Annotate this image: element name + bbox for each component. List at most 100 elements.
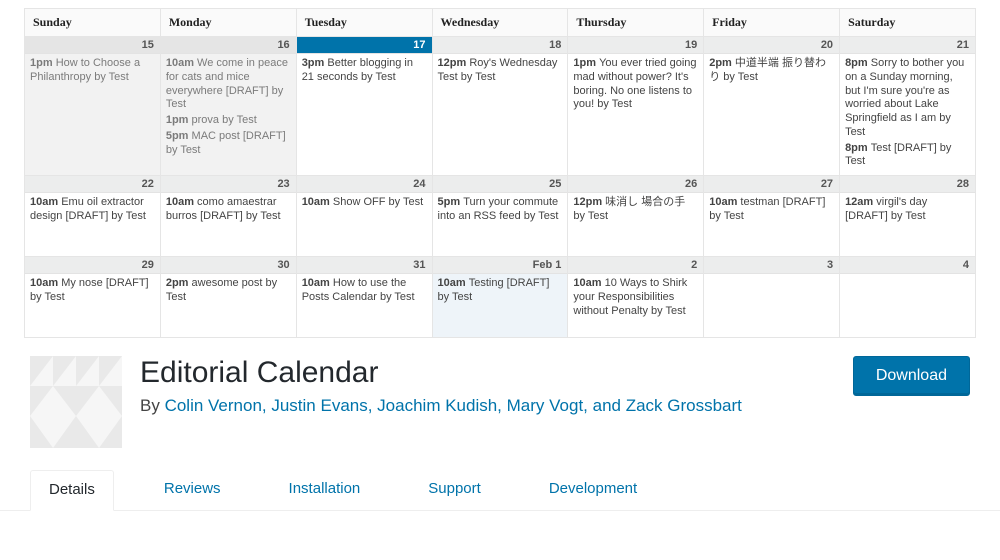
weekday-header: Saturday bbox=[840, 9, 975, 36]
calendar-event[interactable]: 1pm You ever tried going mad without pow… bbox=[573, 57, 698, 112]
calendar-cell[interactable]: 24 10am Show OFF by Test bbox=[297, 176, 432, 256]
tab-installation[interactable]: Installation bbox=[271, 470, 379, 510]
event-time: 2pm bbox=[709, 57, 735, 69]
section-heading bbox=[0, 511, 1000, 533]
calendar-cell[interactable]: 28 12am virgil's day [DRAFT] by Test bbox=[840, 176, 975, 256]
event-time: 1pm bbox=[166, 114, 192, 126]
event-time: 10am bbox=[573, 277, 604, 289]
tab-support[interactable]: Support bbox=[410, 470, 499, 510]
calendar-cell[interactable]: 15 1pm How to Choose a Philanthropy by Te… bbox=[25, 37, 160, 175]
calendar-event[interactable]: 10am My nose [DRAFT] by Test bbox=[30, 277, 155, 305]
calendar-cell[interactable]: 31 10am How to use the Posts Calendar by … bbox=[297, 257, 432, 337]
event-time: 2pm bbox=[166, 277, 192, 289]
calendar-screenshot: SundayMondayTuesdayWednesdayThursdayFrid… bbox=[0, 0, 1000, 338]
plugin-title: Editorial Calendar bbox=[140, 356, 835, 390]
day-number: 28 bbox=[840, 176, 975, 193]
calendar-cell[interactable]: 2 10am 10 Ways to Shirk your Responsibili… bbox=[568, 257, 703, 337]
download-button[interactable]: Download bbox=[853, 356, 970, 396]
day-number: 21 bbox=[840, 37, 975, 54]
day-number: 20 bbox=[704, 37, 839, 54]
by-prefix: By bbox=[140, 396, 165, 415]
day-number: 24 bbox=[297, 176, 432, 193]
day-number: 31 bbox=[297, 257, 432, 274]
event-time: 10am bbox=[302, 196, 333, 208]
calendar-event[interactable]: 5pm Turn your commute into an RSS feed b… bbox=[438, 196, 563, 224]
day-number: 30 bbox=[161, 257, 296, 274]
calendar-event[interactable]: 8pm Sorry to bother you on a Sunday morn… bbox=[845, 57, 970, 140]
calendar-event[interactable]: 2pm 中道半端 振り替わり by Test bbox=[709, 57, 834, 85]
tab-details[interactable]: Details bbox=[30, 470, 114, 511]
calendar-event[interactable]: 1pm How to Choose a Philanthropy by Test bbox=[30, 57, 155, 85]
tab-reviews[interactable]: Reviews bbox=[146, 470, 239, 510]
calendar-cell[interactable]: 4 bbox=[840, 257, 975, 337]
calendar-event[interactable]: 10am How to use the Posts Calendar by Te… bbox=[302, 277, 427, 305]
day-number: Feb 1 bbox=[433, 257, 568, 274]
weekday-header: Tuesday bbox=[297, 9, 432, 36]
calendar-event[interactable]: 5pm MAC post [DRAFT] by Test bbox=[166, 130, 291, 158]
event-time: 12pm bbox=[573, 196, 605, 208]
calendar-event[interactable]: 1pm prova by Test bbox=[166, 114, 291, 128]
day-number: 26 bbox=[568, 176, 703, 193]
day-number: 19 bbox=[568, 37, 703, 54]
weekday-header: Friday bbox=[704, 9, 839, 36]
calendar-event[interactable]: 12pm Roy's Wednesday Test by Test bbox=[438, 57, 563, 85]
event-time: 5pm bbox=[438, 196, 464, 208]
day-number: 22 bbox=[25, 176, 160, 193]
event-time: 12pm bbox=[438, 57, 470, 69]
weekday-header: Monday bbox=[161, 9, 296, 36]
calendar-event[interactable]: 2pm awesome post by Test bbox=[166, 277, 291, 305]
calendar-cell[interactable]: 255pm Turn your commute into an RSS feed… bbox=[433, 176, 568, 256]
event-time: 1pm bbox=[573, 57, 599, 69]
event-time: 10am bbox=[302, 277, 333, 289]
calendar-cell[interactable]: 2710am testman [DRAFT] by Test bbox=[704, 176, 839, 256]
day-number: 2 bbox=[568, 257, 703, 274]
day-number: 15 bbox=[25, 37, 160, 54]
calendar-cell[interactable]: 17 3pm Better blogging in 21 seconds by T… bbox=[297, 37, 432, 175]
event-time: 5pm bbox=[166, 130, 192, 142]
event-time: 8pm bbox=[845, 57, 871, 69]
day-number: 29 bbox=[25, 257, 160, 274]
event-title: Show OFF by Test bbox=[333, 196, 423, 208]
calendar-event[interactable]: 10am We come in peace for cats and mice … bbox=[166, 57, 291, 112]
plugin-byline: By Colin Vernon, Justin Evans, Joachim K… bbox=[140, 396, 835, 416]
event-time: 10am bbox=[166, 57, 197, 69]
day-number: 16 bbox=[161, 37, 296, 54]
event-time: 10am bbox=[438, 277, 469, 289]
day-number: 23 bbox=[161, 176, 296, 193]
calendar-event[interactable]: 3pm Better blogging in 21 seconds by Tes… bbox=[302, 57, 427, 85]
calendar-grid: SundayMondayTuesdayWednesdayThursdayFrid… bbox=[24, 8, 976, 338]
calendar-cell[interactable]: 23 10am como amaestrar burros [DRAFT] by … bbox=[161, 176, 296, 256]
plugin-authors-link[interactable]: Colin Vernon, Justin Evans, Joachim Kudi… bbox=[165, 396, 742, 415]
calendar-cell[interactable]: 30 2pm awesome post by Test bbox=[161, 257, 296, 337]
weekday-header: Sunday bbox=[25, 9, 160, 36]
calendar-event[interactable]: 10am testman [DRAFT] by Test bbox=[709, 196, 834, 224]
calendar-cell[interactable]: Feb 1 10am Testing [DRAFT] by Test bbox=[433, 257, 568, 337]
calendar-event[interactable]: 10am Show OFF by Test bbox=[302, 196, 427, 210]
tab-development[interactable]: Development bbox=[531, 470, 655, 510]
event-time: 10am bbox=[166, 196, 197, 208]
calendar-event[interactable]: 8pm Test [DRAFT] by Test bbox=[845, 142, 970, 170]
plugin-header: Editorial Calendar By Colin Vernon, Just… bbox=[0, 338, 1000, 458]
event-time: 1pm bbox=[30, 57, 56, 69]
calendar-event[interactable]: 12am virgil's day [DRAFT] by Test bbox=[845, 196, 970, 224]
calendar-event[interactable]: 12pm 味消し 場合の手 by Test bbox=[573, 196, 698, 224]
event-title: prova by Test bbox=[192, 114, 257, 126]
calendar-cell[interactable]: 26 12pm 味消し 場合の手 by Test bbox=[568, 176, 703, 256]
calendar-cell[interactable]: 3 bbox=[704, 257, 839, 337]
calendar-cell[interactable]: 22 10am Emu oil extractor design [DRAFT] … bbox=[25, 176, 160, 256]
calendar-cell[interactable]: 29 10am My nose [DRAFT] by Test bbox=[25, 257, 160, 337]
calendar-event[interactable]: 10am 10 Ways to Shirk your Responsibilit… bbox=[573, 277, 698, 318]
event-time: 10am bbox=[709, 196, 740, 208]
day-number: 4 bbox=[840, 257, 975, 274]
calendar-cell[interactable]: 21 8pm Sorry to bother you on a Sunday mo… bbox=[840, 37, 975, 175]
calendar-cell[interactable]: 1812pm Roy's Wednesday Test by Test bbox=[433, 37, 568, 175]
calendar-event[interactable]: 10am Emu oil extractor design [DRAFT] by… bbox=[30, 196, 155, 224]
calendar-event[interactable]: 10am Testing [DRAFT] by Test bbox=[438, 277, 563, 305]
day-number: 17 bbox=[297, 37, 432, 54]
calendar-cell[interactable]: 20 2pm 中道半端 振り替わり by Test bbox=[704, 37, 839, 175]
calendar-cell[interactable]: 16 10am We come in peace for cats and mic… bbox=[161, 37, 296, 175]
calendar-cell[interactable]: 19 1pm You ever tried going mad without p… bbox=[568, 37, 703, 175]
event-time: 12am bbox=[845, 196, 876, 208]
weekday-header: Thursday bbox=[568, 9, 703, 36]
calendar-event[interactable]: 10am como amaestrar burros [DRAFT] by Te… bbox=[166, 196, 291, 224]
